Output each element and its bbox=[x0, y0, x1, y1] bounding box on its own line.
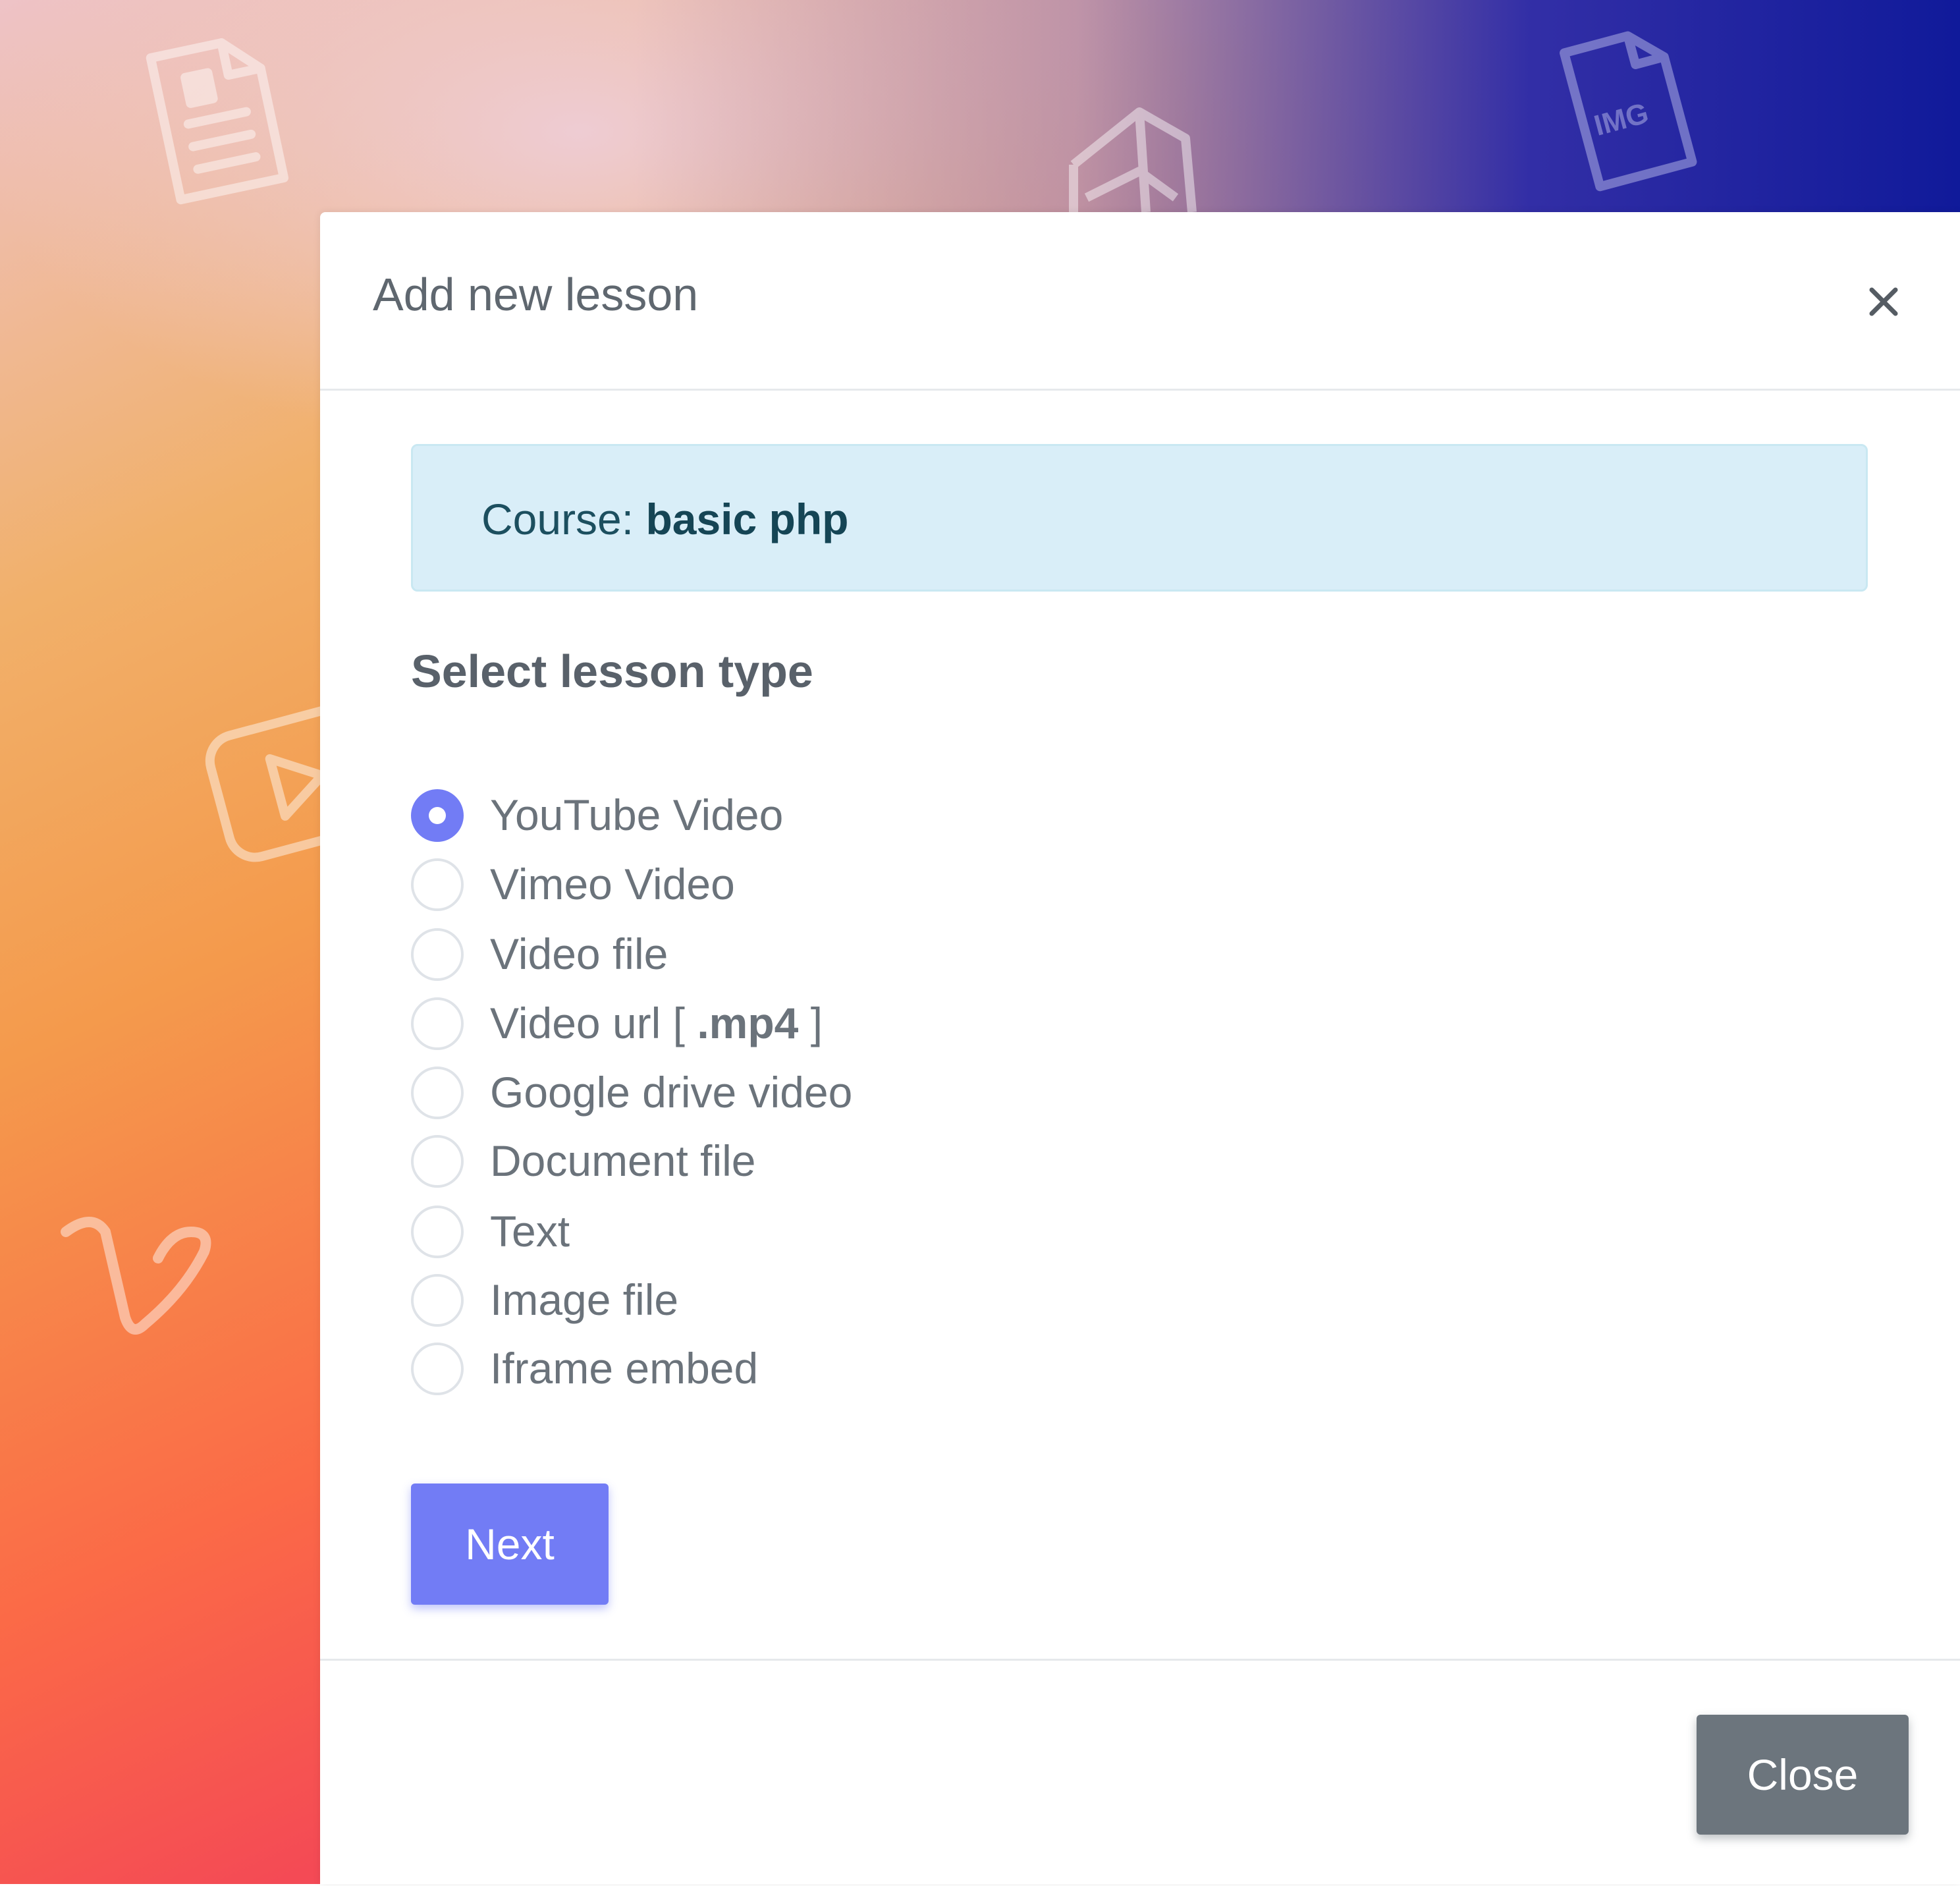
lesson-type-heading: Select lesson type bbox=[411, 646, 813, 697]
modal-footer: Close bbox=[320, 1659, 1960, 1886]
add-lesson-modal: Add new lesson Course: basic php Select … bbox=[320, 212, 1960, 1884]
course-info-alert: Course: basic php bbox=[411, 444, 1868, 592]
lesson-type-video-url[interactable]: Video url [ .mp4 ] bbox=[411, 996, 1267, 1051]
document-icon bbox=[146, 38, 289, 205]
lesson-type-document[interactable]: Document file bbox=[411, 1134, 1267, 1189]
next-button[interactable]: Next bbox=[411, 1484, 609, 1605]
lesson-type-vimeo[interactable]: Vimeo Video bbox=[411, 857, 1267, 912]
image-file-icon: IMG bbox=[1560, 31, 1697, 192]
lesson-type-video-file[interactable]: Video file bbox=[411, 927, 1267, 982]
close-button[interactable]: Close bbox=[1697, 1715, 1909, 1835]
radio-youtube[interactable] bbox=[411, 789, 464, 842]
course-name: basic php bbox=[645, 495, 849, 543]
radio-label-video-file: Video file bbox=[490, 929, 668, 978]
radio-label-youtube: YouTube Video bbox=[490, 790, 784, 839]
lesson-type-youtube[interactable]: YouTube Video bbox=[411, 788, 1267, 843]
radio-label-iframe: Iframe embed bbox=[490, 1344, 759, 1393]
lesson-type-google-drive[interactable]: Google drive video bbox=[411, 1065, 1267, 1121]
close-icon[interactable] bbox=[1859, 277, 1909, 327]
radio-iframe[interactable] bbox=[411, 1343, 464, 1395]
video-play-icon bbox=[205, 699, 329, 862]
course-info-text: Course: basic php bbox=[481, 497, 849, 541]
radio-text[interactable] bbox=[411, 1206, 464, 1258]
lesson-type-image[interactable]: Image file bbox=[411, 1273, 1267, 1328]
radio-video-file[interactable] bbox=[411, 928, 464, 981]
radio-document[interactable] bbox=[411, 1135, 464, 1188]
lesson-type-text[interactable]: Text bbox=[411, 1204, 1267, 1260]
radio-label-video-url: Video url [ .mp4 ] bbox=[490, 1001, 823, 1045]
video-url-label-ext: .mp4 bbox=[697, 999, 799, 1047]
cube-icon bbox=[1069, 107, 1197, 212]
radio-label-image: Image file bbox=[490, 1275, 679, 1324]
course-prefix: Course: bbox=[481, 495, 646, 543]
video-url-label-suffix: ] bbox=[798, 999, 823, 1047]
lesson-type-iframe[interactable]: Iframe embed bbox=[411, 1341, 1267, 1397]
modal-title: Add new lesson bbox=[373, 269, 699, 320]
img-icon-label: IMG bbox=[1591, 97, 1652, 142]
vimeo-icon bbox=[61, 1217, 211, 1335]
radio-label-document: Document file bbox=[490, 1136, 756, 1185]
radio-video-url[interactable] bbox=[411, 997, 464, 1050]
radio-label-text: Text bbox=[490, 1207, 570, 1256]
radio-label-google-drive: Google drive video bbox=[490, 1068, 853, 1117]
radio-google-drive[interactable] bbox=[411, 1067, 464, 1119]
modal-header: Add new lesson bbox=[320, 212, 1960, 391]
radio-vimeo[interactable] bbox=[411, 858, 464, 911]
radio-image[interactable] bbox=[411, 1274, 464, 1327]
close-icon-glyph bbox=[1869, 287, 1898, 316]
video-url-label-text: Video url [ bbox=[490, 999, 697, 1047]
radio-label-vimeo: Vimeo Video bbox=[490, 860, 735, 908]
